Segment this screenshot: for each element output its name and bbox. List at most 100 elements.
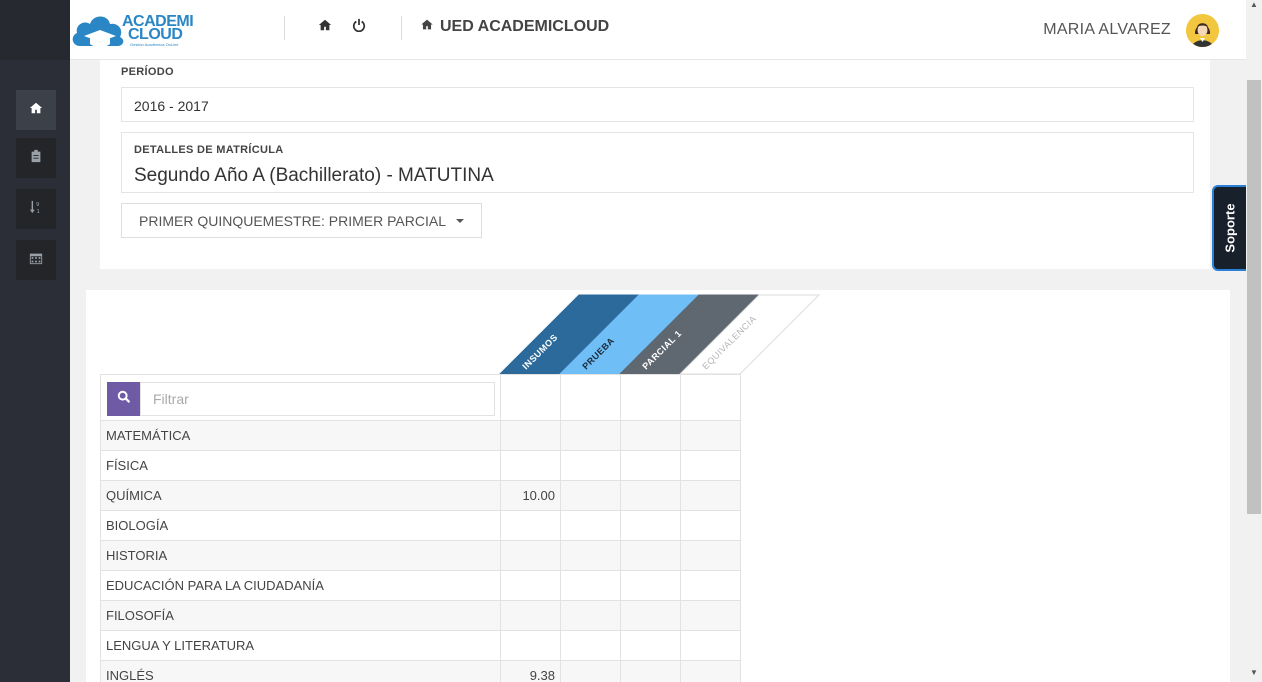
user-name[interactable]: MARIA ALVAREZ	[1043, 21, 1171, 39]
insumos-cell	[500, 510, 561, 541]
soporte-label: Soporte	[1222, 203, 1238, 253]
insumos-cell	[500, 450, 561, 481]
header-divider	[401, 16, 402, 40]
subject-cell: HISTORIA	[100, 540, 501, 571]
clipboard-icon	[29, 149, 43, 168]
parcial-cell	[620, 600, 681, 631]
grades-panel: INSUMOS PRUEBA PARCIAL 1 EQUIVALENCIA Fi…	[86, 290, 1230, 682]
scrollbar-thumb[interactable]	[1247, 80, 1261, 514]
table-row: MATEMÁTICA	[100, 420, 741, 451]
parcial-cell	[620, 570, 681, 601]
filter-empty-cell	[560, 374, 621, 421]
equivalencia-cell	[680, 420, 741, 451]
subject-cell: LENGUA Y LITERATURA	[100, 630, 501, 661]
periodo-value: 2016 - 2017	[134, 98, 209, 114]
app-logo[interactable]: ACADEMI CLOUD Gestión Académica OnLine	[70, 6, 194, 54]
header-divider	[284, 16, 285, 40]
avatar[interactable]	[1186, 14, 1219, 47]
home-icon	[420, 18, 434, 36]
equivalencia-cell	[680, 600, 741, 631]
prueba-cell	[560, 480, 621, 511]
matricula-value: Segundo Año A (Bachillerato) - MATUTINA	[134, 165, 494, 186]
equivalencia-cell	[680, 540, 741, 571]
prueba-cell	[560, 600, 621, 631]
sidebar-item-calendar[interactable]	[16, 240, 56, 280]
table-row: HISTORIA	[100, 540, 741, 571]
term-selector-value: PRIMER QUINQUEMESTRE: PRIMER PARCIAL	[139, 212, 447, 229]
home-button[interactable]	[317, 19, 333, 35]
table-row: LENGUA Y LITERATURA	[100, 630, 741, 661]
table-row: FILOSOFÍA	[100, 600, 741, 631]
sort-numeric-icon: 91	[29, 200, 43, 219]
subject-cell: QUÍMICA	[100, 480, 501, 511]
table-row: FÍSICA	[100, 450, 741, 481]
filter-cell	[100, 374, 501, 421]
scroll-down-arrow[interactable]: ▼	[1249, 668, 1259, 678]
caret-down-icon	[456, 218, 465, 223]
equivalencia-cell	[680, 660, 741, 682]
user-avatar-icon	[1186, 14, 1219, 47]
svg-text:1: 1	[36, 209, 39, 214]
equivalencia-cell	[680, 510, 741, 541]
app-title[interactable]: UED ACADEMICLOUD	[420, 18, 609, 36]
matricula-label: DETALLES DE MATRÍCULA	[134, 144, 284, 156]
prueba-cell	[560, 540, 621, 571]
filter-row	[100, 374, 741, 421]
app-title-text: UED ACADEMICLOUD	[440, 18, 610, 35]
parcial-cell	[620, 480, 681, 511]
filter-empty-cell	[680, 374, 741, 421]
home-icon	[29, 101, 43, 120]
table-row: BIOLOGÍA	[100, 510, 741, 541]
table-row: INGLÉS 9.38	[100, 660, 741, 682]
parcial-cell	[620, 510, 681, 541]
matricula-field: DETALLES DE MATRÍCULA Segundo Año A (Bac…	[121, 132, 1194, 193]
insumos-cell: 9.38	[500, 660, 561, 682]
sidebar-item-records[interactable]	[16, 138, 56, 178]
prueba-cell	[560, 450, 621, 481]
subject-cell: FÍSICA	[100, 450, 501, 481]
prueba-cell	[560, 630, 621, 661]
power-button[interactable]	[351, 18, 367, 37]
subject-cell: INGLÉS	[100, 660, 501, 682]
enrollment-panel: PERÍODO 2016 - 2017 DETALLES DE MATRÍCUL…	[100, 60, 1210, 269]
equivalencia-cell	[680, 570, 741, 601]
sidebar-header	[0, 0, 70, 60]
cloud-logo-icon	[72, 16, 124, 47]
insumos-cell	[500, 630, 561, 661]
grades-table: MATEMÁTICAFÍSICAQUÍMICA10.00BIOLOGÍAHIST…	[100, 374, 741, 682]
parcial-cell	[620, 630, 681, 661]
insumos-cell	[500, 600, 561, 631]
subject-cell: MATEMÁTICA	[100, 420, 501, 451]
logo-tagline: Gestión Académica OnLine	[130, 42, 179, 47]
power-icon	[352, 18, 366, 37]
term-selector-dropdown[interactable]: PRIMER QUINQUEMESTRE: PRIMER PARCIAL	[121, 203, 482, 238]
calendar-icon	[29, 251, 43, 270]
parcial-cell	[620, 660, 681, 682]
prueba-cell	[560, 420, 621, 451]
search-icon	[117, 390, 131, 407]
soporte-tab[interactable]: Soporte	[1212, 185, 1246, 271]
svg-text:9: 9	[36, 202, 39, 208]
subject-cell: EDUCACIÓN PARA LA CIUDADANÍA	[100, 570, 501, 601]
subject-cell: FILOSOFÍA	[100, 600, 501, 631]
filter-input[interactable]	[140, 381, 495, 416]
prueba-cell	[560, 570, 621, 601]
search-button[interactable]	[107, 381, 141, 416]
parcial-cell	[620, 540, 681, 571]
filter-empty-cell	[500, 374, 561, 421]
insumos-cell: 10.00	[500, 480, 561, 511]
grade-column-headers: INSUMOS PRUEBA PARCIAL 1 EQUIVALENCIA	[498, 294, 821, 375]
periodo-label: PERÍODO	[121, 66, 174, 78]
insumos-cell	[500, 540, 561, 571]
parcial-cell	[620, 420, 681, 451]
sidebar-item-grades[interactable]: 91	[16, 189, 56, 229]
parcial-cell	[620, 450, 681, 481]
insumos-cell	[500, 420, 561, 451]
prueba-cell	[560, 510, 621, 541]
subject-cell: BIOLOGÍA	[100, 510, 501, 541]
sidebar-item-home[interactable]	[16, 90, 56, 130]
prueba-cell	[560, 660, 621, 682]
scroll-up-arrow[interactable]: ▲	[1249, 0, 1259, 10]
equivalencia-cell	[680, 630, 741, 661]
equivalencia-cell	[680, 480, 741, 511]
